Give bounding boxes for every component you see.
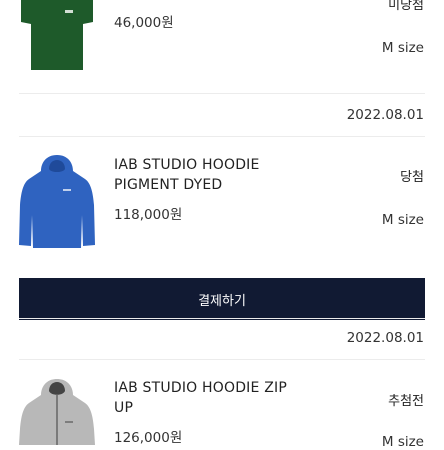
blue-hoodie-icon[interactable]: [19, 153, 95, 249]
draw-status: 당첨: [400, 170, 424, 185]
product-size: M size: [381, 434, 424, 450]
divider: [19, 359, 425, 360]
product-name[interactable]: IAB STUDIO HOODIE PIGMENT DYED: [114, 155, 274, 195]
product-size: M size: [381, 212, 424, 228]
product-price: 118,000원: [114, 207, 183, 223]
product-size: M size: [381, 40, 424, 56]
divider: [19, 93, 425, 94]
product-name[interactable]: IAB STUDIO HOODIE ZIP UP: [114, 378, 294, 418]
order-date: 2022.08.01: [346, 330, 424, 346]
order-date: 2022.08.01: [346, 107, 424, 123]
green-tshirt-icon[interactable]: [19, 0, 95, 70]
divider: [19, 318, 425, 319]
gray-zip-hoodie-icon[interactable]: [19, 377, 95, 445]
divider: [19, 136, 425, 137]
pay-button[interactable]: 결제하기: [19, 278, 425, 320]
product-price: 46,000원: [114, 15, 174, 31]
draw-status: 미당첨: [388, 0, 424, 13]
draw-status: 추첨전: [388, 394, 424, 409]
product-price: 126,000원: [114, 430, 183, 446]
